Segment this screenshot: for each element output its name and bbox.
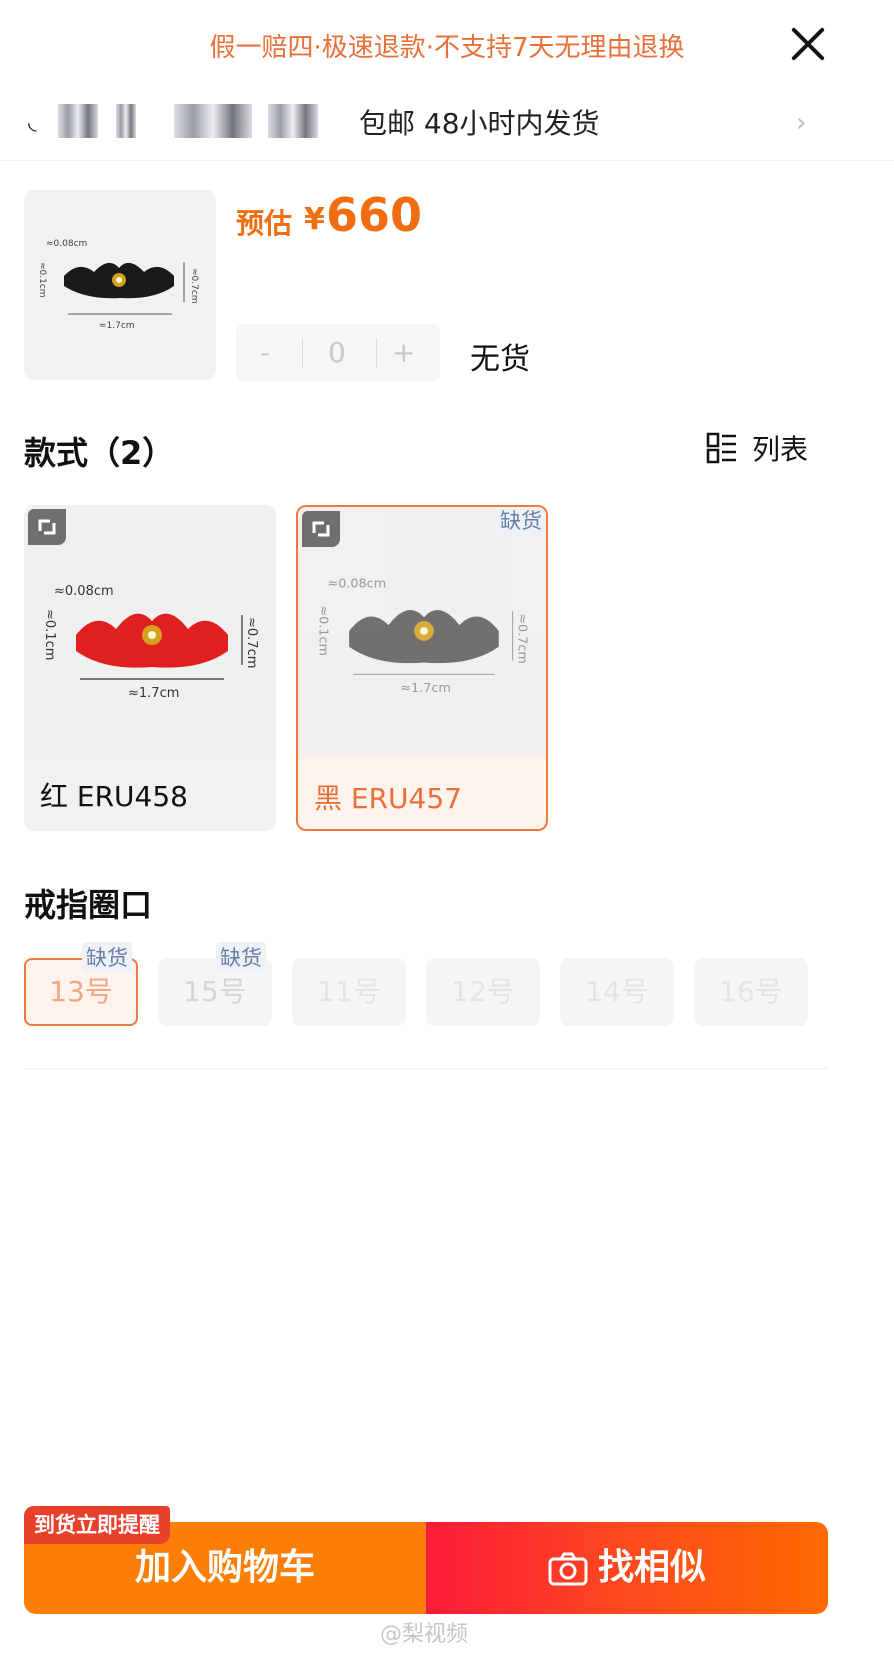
svg-text:≈0.7cm: ≈0.7cm [189,268,199,304]
expand-icon[interactable] [28,509,66,545]
divider [302,338,303,368]
increment-button[interactable]: + [392,336,415,369]
promo-banner: 假一赔四·极速退款·不支持7天无理由退换 [209,33,685,63]
camera-icon [548,1552,588,1586]
decrement-button[interactable]: - [260,336,270,369]
price-label: 预估 [236,207,293,240]
list-view-label: 列表 [752,433,809,466]
svg-text:≈0.08cm: ≈0.08cm [46,239,87,249]
size-label: 16号 [719,975,783,1008]
shipping-row[interactable]: ◟ 包邮 48小时内发货 › [24,96,824,150]
blurred-address [268,104,318,138]
svg-text:≈0.1cm: ≈0.1cm [316,605,331,656]
close-icon[interactable] [788,24,828,64]
quantity-stepper[interactable]: - 0 + [236,324,440,382]
svg-text:≈0.08cm: ≈0.08cm [54,584,114,599]
out-of-stock-badge: 缺货 [216,942,266,972]
ring-size-title: 戒指圈口 [24,886,153,924]
blurred-address [58,104,98,138]
style-label: 黑 ERU457 [314,782,462,815]
product-thumbnail[interactable]: ≈0.08cm ≈1.7cm ≈0.7cm ≈0.1cm [24,190,216,380]
size-option[interactable]: 11号 [292,958,406,1026]
size-label: 12号 [451,975,515,1008]
stock-status: 无货 [470,342,530,377]
size-label: 13号 [49,975,113,1008]
find-similar-label: 找相似 [597,1547,706,1588]
address-icon: ◟ [28,110,37,135]
style-label: 红 ERU458 [40,780,188,813]
size-option[interactable]: 12号 [426,958,540,1026]
size-label: 11号 [317,975,381,1008]
size-option[interactable]: 16号 [694,958,808,1026]
find-similar-button[interactable]: 找相似 [426,1522,828,1614]
watermark: @梨视频 [380,1622,469,1647]
style-option-black[interactable]: ≈0.08cm ≈1.7cm ≈0.7cm ≈0.1cm 缺货 黑 ERU457 [296,505,548,831]
price-currency: ¥ [304,202,325,237]
blurred-address [174,104,252,138]
restock-reminder-badge[interactable]: 到货立即提醒 [24,1506,170,1544]
ring-image-black: ≈0.08cm ≈1.7cm ≈0.7cm ≈0.1cm [37,239,199,331]
expand-icon[interactable] [302,511,340,547]
svg-text:≈1.7cm: ≈1.7cm [400,681,451,696]
shipping-info: 包邮 48小时内发货 [359,107,600,140]
styles-title: 款式（2） [24,434,175,472]
size-label: 15号 [183,975,247,1008]
out-of-stock-badge: 缺货 [82,942,132,972]
svg-text:≈1.7cm: ≈1.7cm [99,321,135,331]
svg-text:≈0.7cm: ≈0.7cm [244,617,259,668]
svg-text:≈0.1cm: ≈0.1cm [37,262,47,298]
blurred-address [116,104,136,138]
divider [24,1068,828,1069]
add-to-cart-label: 加入购物车 [134,1547,315,1588]
divider [0,160,894,161]
svg-text:≈0.08cm: ≈0.08cm [328,577,387,592]
list-view-toggle[interactable]: 列表 [706,428,826,468]
chevron-right-icon: › [796,108,807,138]
size-option[interactable]: 14号 [560,958,674,1026]
quantity-value[interactable]: 0 [328,336,346,369]
size-label: 14号 [585,975,649,1008]
style-option-red[interactable]: ≈0.08cm ≈1.7cm ≈0.7cm ≈0.1cm 红 ERU458 [24,505,276,831]
svg-text:≈0.1cm: ≈0.1cm [42,609,57,660]
svg-text:≈0.7cm: ≈0.7cm [514,613,529,664]
divider [376,338,377,368]
price-value: 660 [326,188,423,242]
svg-text:≈1.7cm: ≈1.7cm [128,686,179,701]
list-icon [706,432,736,464]
out-of-stock-badge: 缺货 [496,507,546,535]
